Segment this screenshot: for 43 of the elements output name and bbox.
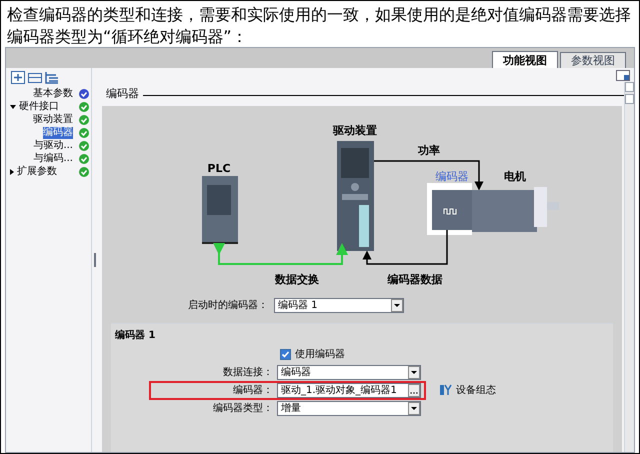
dropdown-field[interactable]: 增量 <box>277 400 421 416</box>
motor-label: 电机 <box>504 170 526 183</box>
intro-paragraph: 检查编码器的类型和连接，需要和实际使用的一致，如果使用的是绝对值编码器需要选择编码器类型为“循环绝对编码器”： <box>6 4 632 47</box>
encoder-label: 编码器 <box>436 170 468 183</box>
checkbox-label: 使用编码器 <box>295 348 345 362</box>
scroll-up-button[interactable] <box>625 82 634 92</box>
tree-view-icon[interactable] <box>45 71 59 84</box>
browse-ellipsis-icon[interactable] <box>408 384 420 396</box>
collapsed-arrow-icon[interactable] <box>10 168 14 174</box>
window-layout-icon[interactable] <box>616 70 630 81</box>
scroll-thumb[interactable] <box>625 94 634 104</box>
encoder-data-label: 编码器数据 <box>388 273 442 286</box>
drive-label: 驱动装置 <box>333 124 377 137</box>
tree-item[interactable]: 基本参数 <box>33 88 73 100</box>
device-config-icon <box>440 384 452 396</box>
field-label: 编码器类型： <box>212 402 273 416</box>
tree-item[interactable]: 与驱动... <box>33 140 73 152</box>
collapse-all-icon[interactable] <box>28 71 42 84</box>
splitter-handle[interactable] <box>94 253 96 267</box>
tree-item[interactable]: 编码器 <box>43 126 73 138</box>
section-title: 编码器 <box>106 86 139 102</box>
tree-item[interactable]: 扩展参数 <box>17 166 57 178</box>
expand-all-icon[interactable] <box>11 71 25 84</box>
tree-item[interactable]: 与编码... <box>33 152 73 164</box>
encoder-path-field[interactable]: 驱动_1.驱动对象_编码器1 <box>277 382 421 398</box>
field-label: 编码器： <box>232 384 273 398</box>
device-config-link[interactable]: 设备组态 <box>456 382 496 398</box>
startup-encoder-dropdown[interactable]: 编码器 1 <box>274 298 404 312</box>
panel-title: 编码器 1 <box>114 328 156 343</box>
field-label: 数据连接： <box>222 366 273 380</box>
power-label: 功率 <box>418 144 440 157</box>
use-encoder-checkbox[interactable] <box>280 348 291 360</box>
tree-item[interactable]: 驱动装置 <box>33 114 73 126</box>
expanded-arrow-icon[interactable] <box>10 104 16 108</box>
tree-item[interactable]: 硬件接口 <box>19 100 59 112</box>
view-tab[interactable]: 功能视图 <box>492 51 558 68</box>
field-label: 启动时的编码器： <box>187 298 268 312</box>
plc-label: PLC <box>207 162 231 175</box>
vertical-scrollbar[interactable] <box>624 82 634 452</box>
data-exchange-label: 数据交换 <box>275 273 319 286</box>
view-tab[interactable]: 参数视图 <box>560 52 626 68</box>
plc-drawing <box>202 176 238 244</box>
dropdown-field[interactable]: 编码器 <box>277 364 421 380</box>
